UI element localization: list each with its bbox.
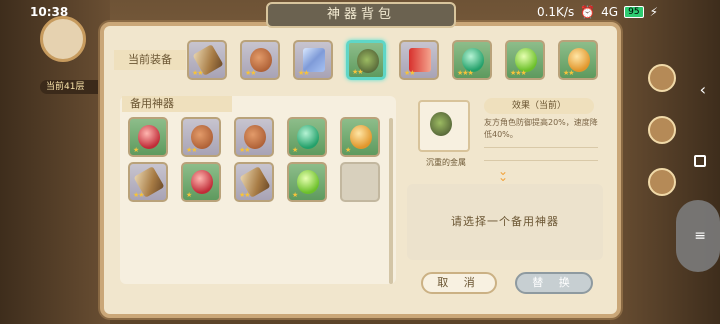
effect-description: 友方角色防御提高20%，速度降低40%。: [484, 118, 598, 139]
orange-gem-icon: [350, 125, 372, 149]
artifact-slot[interactable]: ★★: [293, 40, 333, 80]
select-prompt: 请选择一个备用神器: [451, 215, 559, 228]
star-rating: ★★: [192, 69, 204, 77]
artifact-slot[interactable]: ★★: [128, 162, 168, 202]
artifact-slot[interactable]: ★★: [234, 117, 274, 157]
alarm-icon: ⏰: [580, 5, 596, 19]
star-rating: ★: [133, 146, 139, 154]
selected-item-slot: [426, 108, 462, 144]
star-rating: ★★: [245, 69, 257, 77]
reserve-scrollbar[interactable]: [389, 118, 393, 284]
star-rating: ★★: [133, 191, 145, 199]
star-rating: ★★: [239, 191, 251, 199]
floor-level-bar: 当前41层: [40, 80, 106, 94]
star-rating: ★★: [239, 146, 251, 154]
system-nav: ‹ ≡: [676, 0, 720, 324]
status-icons: 0.1K/s ⏰ 4G 95 ⚡: [537, 5, 658, 19]
star-rating: ★★: [352, 68, 364, 76]
chevron-down-icon: ⌄ ⌄: [498, 164, 509, 184]
star-rating: ★★: [298, 69, 310, 77]
star-rating: ★★: [186, 146, 198, 154]
artifact-slot[interactable]: ★: [128, 117, 168, 157]
star-rating: ★: [292, 191, 298, 199]
empty-slot[interactable]: [340, 162, 380, 202]
equipped-label: 当前装备: [114, 50, 186, 70]
lime-gem-icon: [297, 170, 319, 194]
artifact-slot[interactable]: ★★: [558, 40, 598, 80]
panel-title: 神器背包: [266, 2, 456, 28]
replace-button[interactable]: 替 换: [515, 272, 593, 294]
home-square-icon[interactable]: [694, 155, 706, 167]
effect-divider: [484, 147, 598, 148]
selected-item-frame: [418, 100, 470, 152]
metal-rock-icon: [430, 112, 452, 136]
artifact-slot[interactable]: ★: [287, 162, 327, 202]
cancel-button[interactable]: 取 消: [421, 272, 497, 294]
artifact-slot[interactable]: ★: [181, 162, 221, 202]
artifact-slot[interactable]: ★: [340, 117, 380, 157]
artifact-slot[interactable]: ★★: [181, 117, 221, 157]
artifact-slot[interactable]: ★★: [399, 40, 439, 80]
clock: 10:38: [30, 5, 69, 19]
menu-lines-icon[interactable]: ≡: [694, 228, 706, 244]
battery-indicator: 95: [624, 6, 644, 18]
artifact-slot[interactable]: ★★: [187, 40, 227, 80]
artifact-slot[interactable]: ★★: [240, 40, 280, 80]
star-rating: ★: [345, 146, 351, 154]
red-gem-icon: [138, 125, 160, 149]
artifact-slot[interactable]: ★★: [346, 40, 386, 80]
star-rating: ★: [186, 191, 192, 199]
artifact-slot[interactable]: ★★★: [452, 40, 492, 80]
side-menu-button-1[interactable]: [648, 64, 676, 92]
star-rating: ★: [292, 146, 298, 154]
star-rating: ★★★: [510, 69, 527, 77]
star-rating: ★★★: [457, 69, 474, 77]
signal-label: 4G: [601, 5, 619, 19]
artifact-slot[interactable]: ★★: [234, 162, 274, 202]
network-speed: 0.1K/s: [536, 5, 575, 19]
side-menu-button-2[interactable]: [648, 116, 676, 144]
green-gem-icon: [297, 125, 319, 149]
star-rating: ★★: [404, 69, 416, 77]
charging-icon: ⚡: [649, 5, 658, 19]
selected-item-name: 沉重的金属: [426, 158, 466, 167]
side-menu-button-3[interactable]: [648, 168, 676, 196]
effect-divider: [484, 160, 598, 161]
artifact-slot[interactable]: ★★★: [505, 40, 545, 80]
red-gem-icon: [191, 170, 213, 194]
artifact-slot[interactable]: ★: [287, 117, 327, 157]
reserve-label: 备用神器: [122, 96, 232, 112]
star-rating: ★★: [563, 69, 575, 77]
effect-title: 效果（当前）: [484, 98, 594, 114]
back-chevron-icon[interactable]: ‹: [700, 80, 706, 99]
